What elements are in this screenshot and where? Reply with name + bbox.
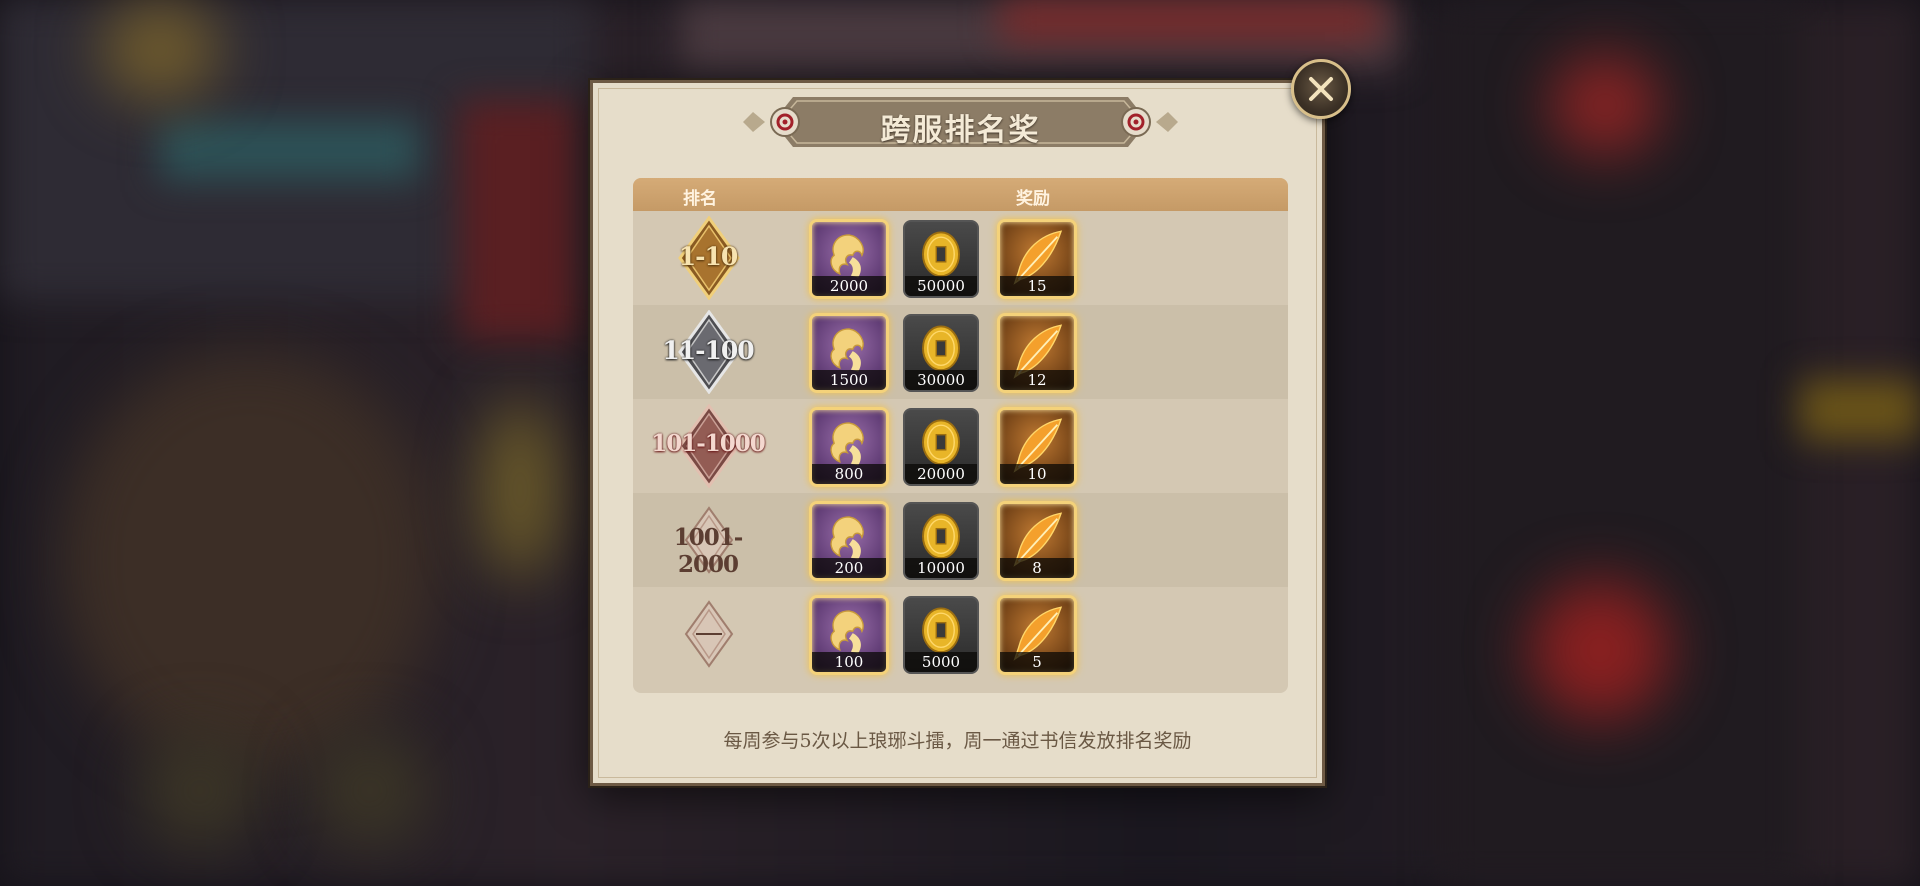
table-row: 1001-2000 200 10000 8 <box>633 493 1288 587</box>
feather-item[interactable]: 10 <box>997 407 1077 487</box>
reward-quantity: 200 <box>812 558 886 578</box>
coin-item[interactable]: 20000 <box>903 408 979 486</box>
reward-quantity: 8 <box>1000 558 1074 578</box>
rank-label: 1-10 <box>678 242 739 271</box>
rank-label: 101-1000 <box>651 430 766 457</box>
coin-item[interactable]: 30000 <box>903 314 979 392</box>
rank-label: 1001-2000 <box>673 524 744 578</box>
rank-badge: 101-1000 <box>645 399 771 493</box>
reward-quantity: 5 <box>1000 652 1074 672</box>
reward-quantity: 10 <box>1000 464 1074 484</box>
reward-quantity: 2000 <box>812 276 886 296</box>
close-button[interactable] <box>1291 59 1351 119</box>
feather-item[interactable]: 8 <box>997 501 1077 581</box>
dragon-token-item[interactable]: 100 <box>809 595 889 675</box>
table-row: 11-100 1500 30000 12 <box>633 305 1288 399</box>
footer-note: 每周参与5次以上琅琊斗擂，周一通过书信发放排名奖励 <box>723 730 1192 752</box>
coin-item[interactable]: 50000 <box>903 220 979 298</box>
reward-quantity: 15 <box>1000 276 1074 296</box>
reward-quantity: 1500 <box>812 370 886 390</box>
table-header: 排名 奖励 <box>633 178 1288 211</box>
reward-quantity: 12 <box>1000 370 1074 390</box>
dragon-token-item[interactable]: 800 <box>809 407 889 487</box>
reward-table: 排名 奖励 1-10 2000 50000 15 11-100 1500 300… <box>633 178 1288 693</box>
reward-column-header: 奖励 <box>1016 189 1050 209</box>
rank-column-header: 排名 <box>683 189 717 209</box>
table-row: 1-10 2000 50000 15 <box>633 211 1288 305</box>
coin-item[interactable]: 5000 <box>903 596 979 674</box>
feather-item[interactable]: 12 <box>997 313 1077 393</box>
rank-badge: 1-10 <box>645 211 771 305</box>
dialog-title: 跨服排名奖 <box>880 113 1041 148</box>
reward-quantity: 20000 <box>905 464 977 484</box>
feather-item[interactable]: 5 <box>997 595 1077 675</box>
rank-badge: 11-100 <box>645 305 771 399</box>
coin-item[interactable]: 10000 <box>903 502 979 580</box>
rank-badge: 1001-2000 <box>645 493 771 587</box>
rank-badge <box>645 587 771 681</box>
feather-item[interactable]: 15 <box>997 219 1077 299</box>
reward-quantity: 50000 <box>905 276 977 296</box>
dragon-token-item[interactable]: 1500 <box>809 313 889 393</box>
ranking-reward-dialog: 跨服排名奖 排名 奖励 1-10 2000 50000 15 11-100 15… <box>590 80 1325 786</box>
plain-diamond-icon <box>684 600 734 668</box>
rank-label: 11-100 <box>662 336 754 365</box>
close-icon <box>1309 77 1333 101</box>
reward-quantity: 10000 <box>905 558 977 578</box>
reward-quantity: 100 <box>812 652 886 672</box>
reward-quantity: 800 <box>812 464 886 484</box>
dragon-token-item[interactable]: 2000 <box>809 219 889 299</box>
table-row: 100 5000 5 <box>633 587 1288 681</box>
dragon-token-item[interactable]: 200 <box>809 501 889 581</box>
reward-quantity: 30000 <box>905 370 977 390</box>
reward-quantity: 5000 <box>905 652 977 672</box>
title-banner: 跨服排名奖 <box>743 93 1178 151</box>
table-row: 101-1000 800 20000 10 <box>633 399 1288 493</box>
